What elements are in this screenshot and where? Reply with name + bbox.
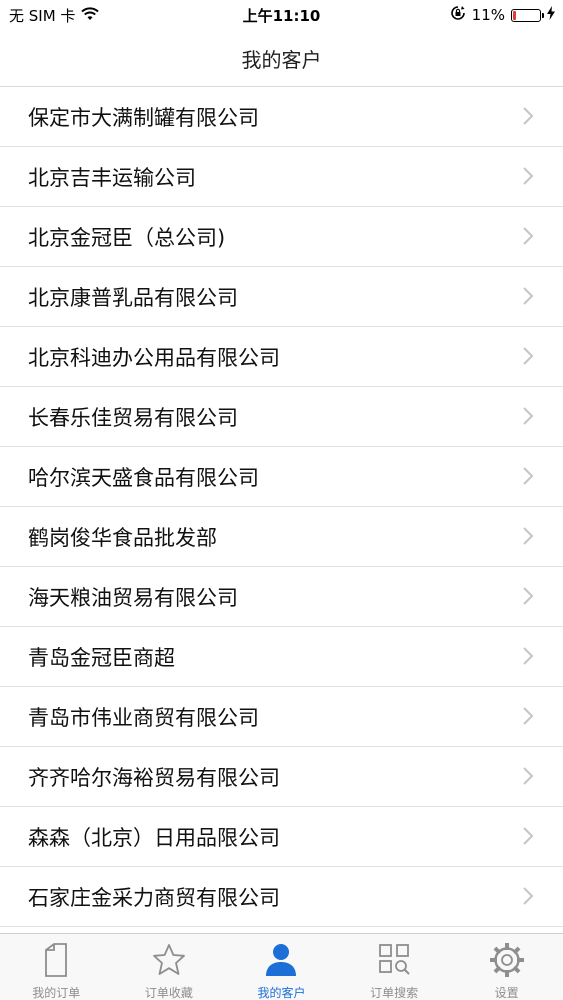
customer-name: 森森（北京）日用品限公司 — [28, 826, 280, 850]
list-item[interactable]: 森森（北京）日用品限公司 — [0, 807, 563, 867]
chevron-right-icon — [523, 407, 534, 425]
list-item[interactable]: 长春乐佳贸易有限公司 — [0, 387, 563, 447]
chevron-right-icon — [523, 887, 534, 905]
tab-person[interactable]: 我的客户 — [225, 934, 338, 1000]
document-icon — [38, 942, 74, 978]
customer-name: 海天粮油贸易有限公司 — [28, 586, 238, 610]
charging-icon — [547, 6, 555, 24]
customer-name: 长春乐佳贸易有限公司 — [28, 406, 238, 430]
chevron-right-icon — [523, 587, 534, 605]
tab-document[interactable]: 我的订单 — [0, 934, 113, 1000]
list-item[interactable]: 齐齐哈尔海裕贸易有限公司 — [0, 747, 563, 807]
list-item[interactable]: 鹤岗俊华食品批发部 — [0, 507, 563, 567]
person-icon — [263, 942, 299, 978]
customer-name: 北京吉丰运输公司 — [28, 166, 196, 190]
chevron-right-icon — [523, 767, 534, 785]
customer-name: 北京康普乳品有限公司 — [28, 286, 238, 310]
list-item[interactable]: 北京吉丰运输公司 — [0, 147, 563, 207]
list-item[interactable]: 青岛市伟业商贸有限公司 — [0, 687, 563, 747]
status-bar: 无 SIM 卡 上午11:10 11% — [0, 0, 563, 30]
battery-percent: 11% — [471, 6, 505, 24]
customer-name: 青岛金冠臣商超 — [28, 646, 175, 670]
chevron-right-icon — [523, 527, 534, 545]
list-item[interactable]: 海天粮油贸易有限公司 — [0, 567, 563, 627]
customer-list: 保定市大满制罐有限公司 北京吉丰运输公司北京金冠臣（总公司) 北京康普乳品有限公司北… — [0, 87, 563, 927]
list-item[interactable]: 保定市大满制罐有限公司 — [0, 87, 563, 147]
chevron-right-icon — [523, 647, 534, 665]
navigation-bar: 我的客户 — [0, 30, 563, 87]
tab-bar: 我的订单 订单收藏 我的客户 订单搜索 设置 — [0, 933, 563, 1000]
app-screen: 无 SIM 卡 上午11:10 11% 我的客户 保定市大满制罐有限公司 北京吉… — [0, 0, 563, 1000]
list-item[interactable]: 石家庄金采力商贸有限公司 — [0, 867, 563, 927]
tab-gear[interactable]: 设置 — [450, 934, 563, 1000]
tab-star[interactable]: 订单收藏 — [113, 934, 226, 1000]
customer-name: 青岛市伟业商贸有限公司 — [28, 706, 259, 730]
chevron-right-icon — [523, 347, 534, 365]
list-item[interactable]: 北京康普乳品有限公司 — [0, 267, 563, 327]
customer-name: 齐齐哈尔海裕贸易有限公司 — [28, 766, 280, 790]
tab-label: 设置 — [494, 986, 519, 1000]
star-icon — [151, 942, 187, 978]
tab-label: 我的客户 — [257, 986, 306, 1000]
customer-name: 保定市大满制罐有限公司 — [28, 106, 259, 130]
list-item[interactable]: 哈尔滨天盛食品有限公司 — [0, 447, 563, 507]
customer-name: 鹤岗俊华食品批发部 — [28, 526, 217, 550]
tab-label: 订单搜索 — [370, 986, 419, 1000]
chevron-right-icon — [523, 707, 534, 725]
status-right: 11% — [450, 5, 555, 25]
list-item[interactable]: 北京科迪办公用品有限公司 — [0, 327, 563, 387]
gear-icon — [489, 942, 525, 978]
customer-name: 哈尔滨天盛食品有限公司 — [28, 466, 259, 490]
customer-name: 北京金冠臣（总公司) — [28, 226, 226, 250]
search-grid-icon — [376, 942, 412, 978]
rotation-lock-icon — [450, 5, 466, 25]
tab-search-grid[interactable]: 订单搜索 — [338, 934, 451, 1000]
chevron-right-icon — [523, 227, 534, 245]
list-item[interactable]: 北京金冠臣（总公司) — [0, 207, 563, 267]
chevron-right-icon — [523, 167, 534, 185]
battery-fill — [513, 10, 516, 20]
tab-label: 订单收藏 — [144, 986, 193, 1000]
chevron-right-icon — [523, 287, 534, 305]
page-title: 我的客户 — [241, 48, 322, 72]
chevron-right-icon — [523, 827, 534, 845]
tab-label: 我的订单 — [32, 986, 81, 1000]
customer-name: 石家庄金采力商贸有限公司 — [28, 886, 280, 910]
chevron-right-icon — [523, 107, 534, 125]
customer-name: 北京科迪办公用品有限公司 — [28, 346, 280, 370]
list-item[interactable]: 青岛金冠臣商超 — [0, 627, 563, 687]
battery-cap — [542, 12, 544, 18]
chevron-right-icon — [523, 467, 534, 485]
battery-icon — [511, 8, 544, 22]
